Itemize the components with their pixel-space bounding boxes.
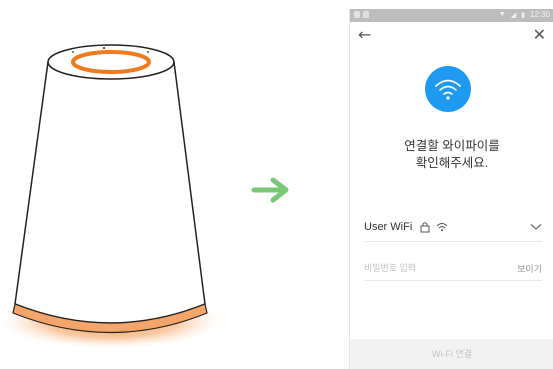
heading-line-1: 연결할 와이파이를: [404, 139, 500, 153]
notification-icon: [363, 11, 369, 18]
battery-icon: ▮: [521, 11, 525, 19]
status-bar: ▼ ◢ ▮ 12:30: [350, 9, 553, 22]
wifi-signal-icon: [436, 223, 448, 232]
mic-dot: [147, 51, 149, 53]
back-button[interactable]: ←: [358, 26, 371, 44]
password-input[interactable]: [364, 258, 494, 278]
heading-line-2: 확인해주세요.: [415, 156, 489, 170]
status-time: 12:30: [529, 10, 550, 19]
arrow-right-icon: [251, 177, 289, 203]
password-row: 보이기: [364, 258, 542, 281]
top-bar: ← ✕: [350, 22, 553, 50]
wifi-badge: [425, 66, 471, 112]
mic-dot: [72, 51, 74, 53]
network-ssid: User WiFi: [364, 221, 413, 233]
close-button[interactable]: ✕: [533, 26, 546, 44]
network-select[interactable]: User WiFi: [364, 219, 542, 242]
signal-icon: ◢: [510, 11, 517, 19]
show-password-button[interactable]: 보이기: [517, 262, 542, 275]
speaker-body: [14, 61, 206, 324]
chevron-down-icon[interactable]: [530, 223, 542, 231]
lock-icon: [420, 222, 430, 233]
smart-speaker-illustration: [3, 44, 219, 348]
notification-icon: [354, 11, 360, 18]
notification-icons: [354, 11, 369, 18]
mic-dot: [103, 47, 105, 49]
wifi-icon: [435, 79, 461, 100]
wifi-status-icon: ▼: [498, 11, 506, 18]
wifi-connect-button[interactable]: Wi-Fi 연결: [350, 339, 553, 369]
phone-screen: ▼ ◢ ▮ 12:30 ← ✕ 연결할 와이파이를 확인해주세요. User W…: [349, 9, 553, 369]
